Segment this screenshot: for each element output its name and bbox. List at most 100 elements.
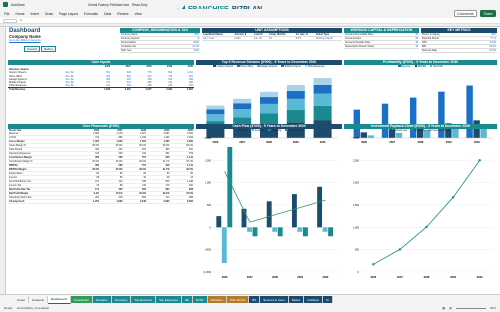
unit-cell[interactable]: Term Loan <box>202 36 234 41</box>
menu-home[interactable]: Home <box>15 12 24 16</box>
company-info-row: Start Year 2026 <box>120 48 200 53</box>
working-capital-cell[interactable]: 10 <box>409 44 419 49</box>
sheet-tab-cover[interactable]: Cover <box>14 296 30 303</box>
share-button[interactable]: Share <box>479 9 496 18</box>
ribbon-menu: File Home Insert Draw Page Layout Formulas Dat… <box>0 9 500 18</box>
cashflow-y-tick: (1,000) <box>203 271 211 274</box>
cashflow-y-tick: (500) <box>205 249 211 252</box>
sheet-tab-re[interactable]: RE <box>182 296 194 303</box>
cashflow-y-tick: 1,000 <box>205 182 212 185</box>
scenario-value[interactable]: Medium <box>41 46 57 52</box>
menu-formulas[interactable]: Formulas <box>84 12 98 16</box>
sheet-tab-roic[interactable]: ROIC <box>193 296 208 303</box>
toc-link[interactable]: Go to the Table of Contents <box>9 39 41 42</box>
unit-cell[interactable]: 60 <box>268 36 295 41</box>
sheet-tab-summary[interactable]: Summary <box>111 296 132 303</box>
company-info-cell[interactable]: 2026 <box>175 48 200 53</box>
sheet-tab-p-l-charts[interactable]: P&L Charts <box>226 296 250 303</box>
inputs-blank <box>65 65 91 68</box>
revenue-legend-swatch <box>281 64 284 68</box>
cashflow-bar <box>247 227 252 232</box>
excel-icon <box>3 2 8 7</box>
cashflow-bar <box>322 227 328 232</box>
fx-icon: fx <box>20 19 23 22</box>
revenue-bar <box>286 98 305 110</box>
cashflow-bar <box>328 227 334 237</box>
sheet-tab-valuation[interactable]: Valuation <box>207 296 227 303</box>
revenue-bar <box>233 98 252 104</box>
cashflow-bar <box>277 227 283 237</box>
cashflow-x-tick: 2030 <box>323 275 329 279</box>
inputs-year: 2027 <box>125 64 131 68</box>
inputs-total-cell: 2,991 <box>166 88 173 92</box>
inputs-blank <box>65 88 91 92</box>
zoom-slider[interactable] <box>455 307 486 309</box>
ready-status: Ready <box>4 306 13 310</box>
comments-button[interactable]: Comments <box>453 9 477 18</box>
sheet-tab-sources-uses[interactable]: Sources & Uses <box>260 296 289 303</box>
payback-y-tick: 3,000 <box>353 137 360 140</box>
working-capital-header: WORKING CAPITAL & DEPRECIATION <box>344 28 419 33</box>
row-headers <box>0 27 6 294</box>
status-bar: Ready Accessibility: Investigate ▦ ▤ 65% <box>0 304 500 312</box>
cashflow-bar <box>297 227 303 232</box>
revenue-bar <box>206 105 225 110</box>
payback-y-tick: 0 <box>358 271 360 274</box>
unit-cell[interactable]: 8,000 <box>233 36 254 41</box>
unit-cell[interactable]: Jan. 26 <box>253 36 269 41</box>
sheet-tab-dashboard[interactable]: Dashboard <box>48 295 71 304</box>
sheet-tab-si[interactable]: SI <box>322 296 333 303</box>
menu-draw[interactable]: Draw <box>45 12 53 16</box>
company-info-cell: Start Year <box>120 48 176 53</box>
core-inputs-panel: Core Inputs 2026 2027 2028 2029 2030 Revenue … <box>8 60 194 120</box>
sheet-tab-top-expenses[interactable]: Top Expenses <box>156 296 182 303</box>
name-box[interactable] <box>3 18 17 23</box>
sheet-tab-ratios[interactable]: Ratios <box>288 296 305 303</box>
page-layout-icon[interactable]: ▤ <box>449 306 452 310</box>
fin-cell: 2,248 <box>140 199 146 203</box>
unit-cell[interactable]: Working Capital <box>314 36 342 41</box>
cashflow-legend-swatch <box>234 128 237 132</box>
scenario-button[interactable]: Scenario <box>24 46 41 52</box>
unit-cell[interactable]: 9.0% <box>294 36 315 41</box>
sheet-tab-bs[interactable]: BS <box>249 296 261 303</box>
sheet-tab-scenario[interactable]: Scenario <box>92 296 112 303</box>
menu-view[interactable]: View <box>134 12 141 16</box>
payback-x-tick: 2030 <box>477 275 483 279</box>
inputs-year: 2026 <box>104 64 111 68</box>
sheet-tab-timeseries[interactable]: TimeSeries <box>70 296 93 303</box>
company-info-panel: COMPANY, DENOMINATION & TAX Currency Nam… <box>120 28 200 53</box>
cashflow-bar <box>216 216 222 228</box>
inputs-year: 2030 <box>187 64 193 68</box>
revenue-bar <box>313 105 332 121</box>
accessibility-status[interactable]: Accessibility: Investigate <box>17 306 50 310</box>
revenue-bar <box>286 109 305 123</box>
payback-y-tick: 500 <box>355 249 360 252</box>
cash-flow-chart: Cash Flow ($'000) - 5 Years to December … <box>196 124 342 292</box>
inputs-total-label: Total Revenue <box>9 88 26 92</box>
payback-x-tick: 2029 <box>450 275 456 279</box>
key-metrics-cell[interactable]: 12.0% <box>473 48 497 53</box>
menu-file[interactable]: File <box>4 12 9 16</box>
menu-insert[interactable]: Insert <box>31 12 39 16</box>
cashflow-bar <box>266 201 272 228</box>
cashflow-bar <box>221 227 227 264</box>
cashflow-y-tick: 1,500 <box>205 159 212 162</box>
revenue-bar <box>313 78 332 85</box>
menu-review[interactable]: Review <box>117 12 128 16</box>
normal-view-icon[interactable]: ▦ <box>442 306 445 310</box>
cashflow-net-line <box>224 171 326 223</box>
sheet-grid[interactable]: Dashboard Company Name Go to the Table o… <box>0 24 500 294</box>
payback-chart: Investment Payback Chart ($'000) - 5 Yea… <box>344 124 497 292</box>
cashflow-bar <box>272 227 278 232</box>
autosave-label[interactable]: AutoSave <box>11 3 25 7</box>
payback-line <box>373 160 481 265</box>
menu-data[interactable]: Data <box>104 12 111 16</box>
revenue-bar <box>206 109 225 115</box>
sheet-tab-top-revenue[interactable]: Top Revenue <box>131 296 157 303</box>
sheet-tab-contents[interactable]: Contents <box>29 296 49 303</box>
menu-page-layout[interactable]: Page Layout <box>59 12 78 16</box>
sheet-tab-outflows[interactable]: Outflows <box>304 296 323 303</box>
revenue-bar <box>286 91 305 99</box>
zoom-level[interactable]: 65% <box>490 306 496 310</box>
